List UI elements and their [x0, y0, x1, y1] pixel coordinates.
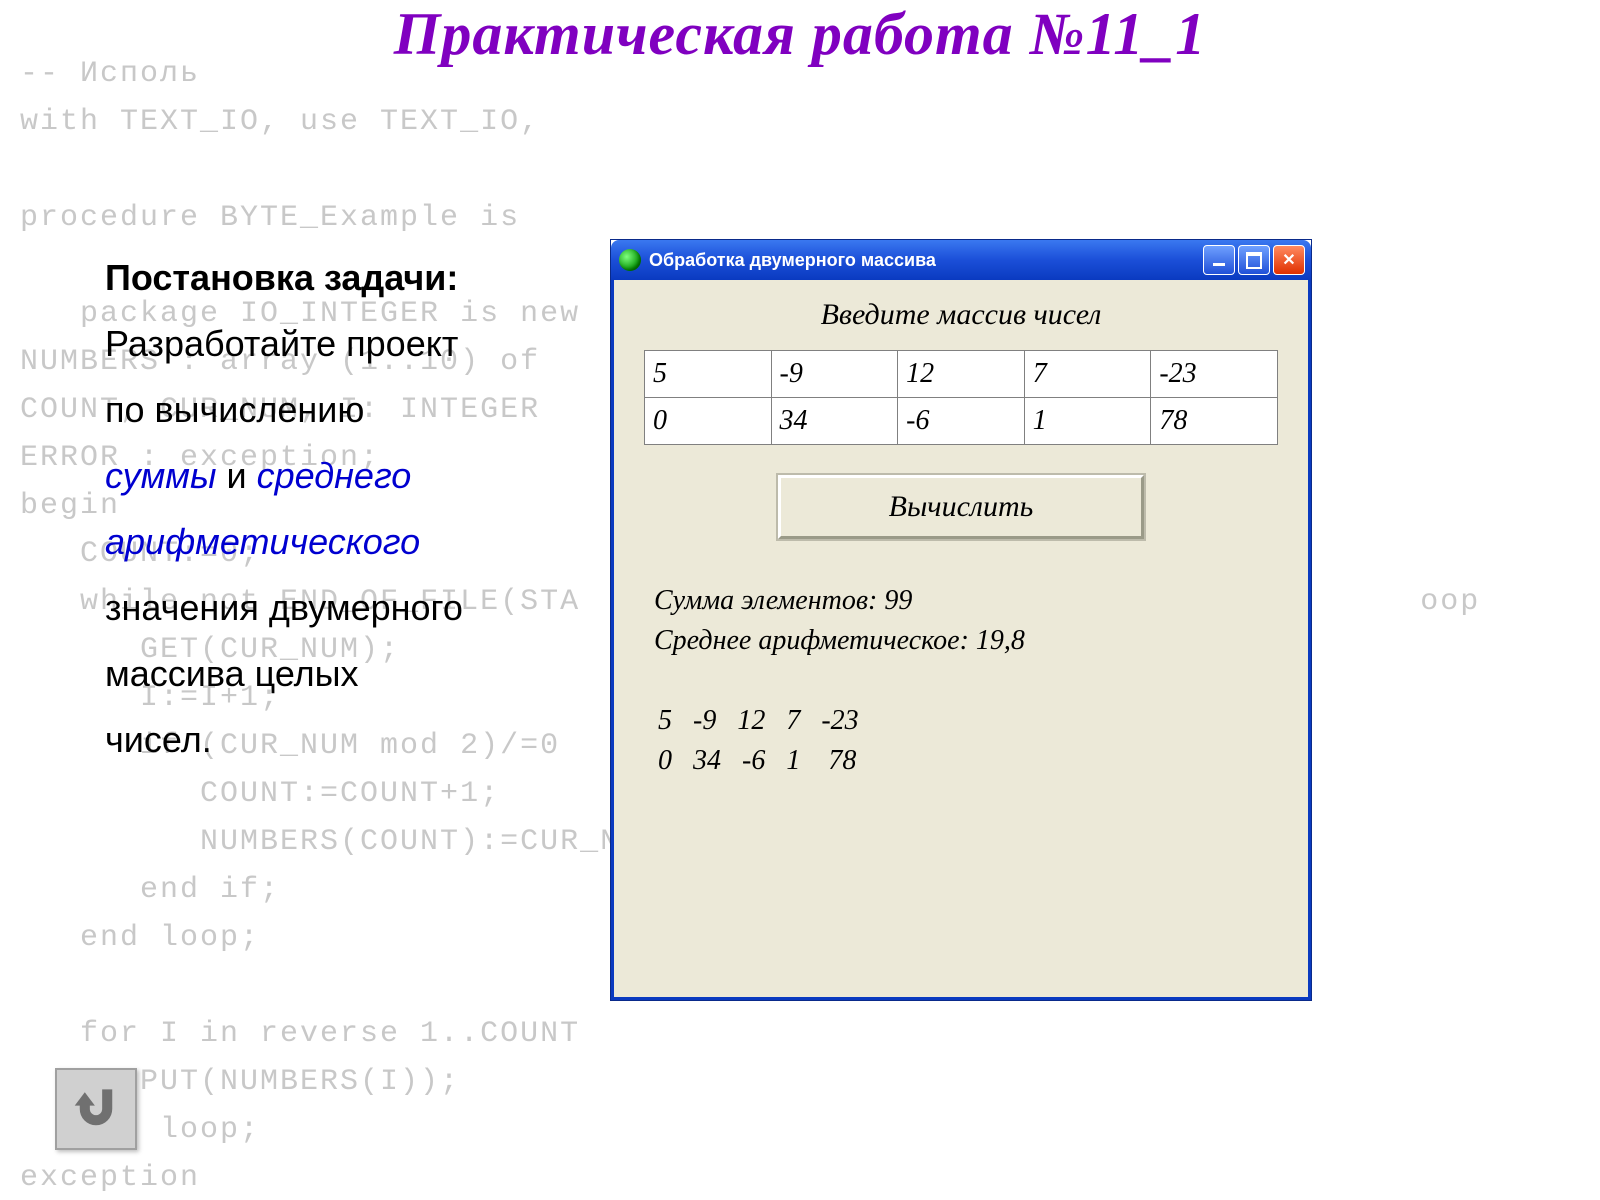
task-statement: Постановка задачи: Разработайте проект п…: [105, 245, 585, 773]
task-em: арифметического: [105, 509, 585, 575]
array-echo-row: 0 34 -6 1 78: [658, 745, 856, 776]
maximize-icon: [1246, 252, 1262, 269]
array-input-grid: 5 -9 12 7 -23 0 34 -6 1 78: [644, 350, 1278, 445]
task-heading: Постановка задачи:: [105, 245, 585, 311]
back-button[interactable]: [55, 1068, 137, 1150]
task-line: чисел.: [105, 707, 585, 773]
avg-value: 19,8: [976, 625, 1025, 656]
table-row: 0 34 -6 1 78: [645, 398, 1278, 445]
task-em: среднего: [257, 455, 412, 496]
client-area: Введите массив чисел 5 -9 12 7 -23 0 34 …: [611, 280, 1311, 1000]
task-line: Разработайте проект: [105, 311, 585, 377]
app-icon: [619, 249, 641, 271]
grid-cell[interactable]: 0: [645, 398, 772, 445]
array-echo: 5 -9 12 7 -23 0 34 -6 1 78: [658, 701, 1278, 781]
minimize-icon: [1213, 263, 1225, 266]
u-turn-icon: [68, 1081, 124, 1137]
avg-label: Среднее арифметическое:: [654, 625, 976, 656]
results-block: Сумма элементов: 99 Среднее арифметическ…: [654, 581, 1278, 661]
task-line: по вычислению: [105, 377, 585, 443]
slide-title: Практическая работа №11_1: [0, 0, 1600, 69]
task-text: и: [216, 455, 256, 496]
sum-label: Сумма элементов:: [654, 585, 884, 616]
sum-value: 99: [884, 585, 912, 616]
grid-cell[interactable]: 78: [1151, 398, 1278, 445]
close-icon: ✕: [1282, 250, 1295, 270]
result-avg: Среднее арифметическое: 19,8: [654, 621, 1278, 661]
slide: -- Исполь with TEXT_IO, use TEXT_IO, pro…: [0, 0, 1600, 1200]
result-sum: Сумма элементов: 99: [654, 581, 1278, 621]
compute-wrap: Вычислить: [644, 475, 1278, 539]
grid-cell[interactable]: 34: [771, 398, 898, 445]
grid-cell[interactable]: 12: [898, 351, 1025, 398]
minimize-button[interactable]: [1203, 245, 1235, 275]
grid-cell[interactable]: -6: [898, 398, 1025, 445]
app-window: Обработка двумерного массива ✕ Введите м…: [611, 240, 1311, 1000]
array-echo-row: 5 -9 12 7 -23: [658, 705, 859, 736]
grid-cell[interactable]: -23: [1151, 351, 1278, 398]
task-line: суммы и среднего: [105, 443, 585, 509]
compute-button[interactable]: Вычислить: [778, 475, 1144, 539]
task-line: значения двумерного: [105, 575, 585, 641]
window-buttons: ✕: [1203, 245, 1305, 275]
window-title: Обработка двумерного массива: [649, 250, 1203, 271]
titlebar[interactable]: Обработка двумерного массива ✕: [611, 240, 1311, 280]
grid-cell[interactable]: 5: [645, 351, 772, 398]
grid-cell[interactable]: -9: [771, 351, 898, 398]
task-line: массива целых: [105, 641, 585, 707]
grid-cell[interactable]: 7: [1024, 351, 1151, 398]
input-label: Введите массив чисел: [644, 298, 1278, 332]
corner-fold-decoration: [1340, 1000, 1600, 1200]
close-button[interactable]: ✕: [1273, 245, 1305, 275]
maximize-button[interactable]: [1238, 245, 1270, 275]
task-em: суммы: [105, 455, 216, 496]
grid-cell[interactable]: 1: [1024, 398, 1151, 445]
table-row: 5 -9 12 7 -23: [645, 351, 1278, 398]
